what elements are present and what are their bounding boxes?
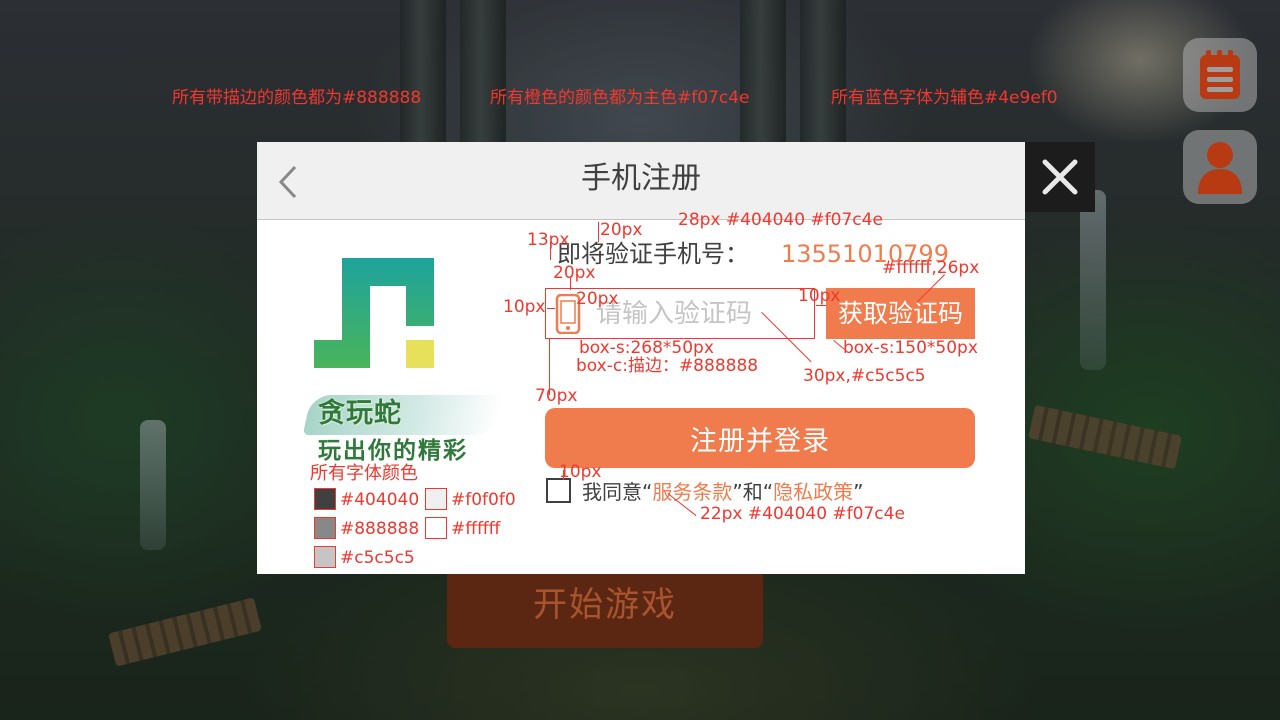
swatch-f0f0f0 <box>425 488 447 510</box>
logo-slogan: 玩出你的精彩 <box>318 438 468 464</box>
dialog-header: 手机注册 <box>257 142 1025 220</box>
dialog-title: 手机注册 <box>581 161 701 196</box>
note-secondary-color: 所有蓝色字体为辅色#4e9ef0 <box>831 88 1058 108</box>
get-code-button[interactable]: 获取验证码 <box>826 288 975 339</box>
notepad-icon <box>1200 50 1240 99</box>
anno-title-spec: 28px #404040 #f07c4e <box>678 210 883 230</box>
user-icon <box>1198 142 1242 194</box>
anno-line <box>549 339 550 395</box>
anno-13px: 13px <box>527 230 570 250</box>
notes-button[interactable] <box>1183 38 1257 112</box>
swatch-label: #ffffff <box>451 519 501 539</box>
privacy-link[interactable]: 隐私政策 <box>773 480 853 504</box>
anno-20px-top: 20px <box>600 220 643 240</box>
anno-20px-left: 20px <box>553 263 596 283</box>
swatch-label: #c5c5c5 <box>340 548 415 568</box>
agreement-suffix: ” <box>853 480 864 504</box>
swatch-label: #888888 <box>340 519 420 539</box>
close-icon <box>1042 159 1078 195</box>
anno-10px-left: 10px <box>503 297 546 317</box>
anno-line <box>550 242 551 260</box>
anno-line <box>598 222 599 242</box>
swatch-label: #f0f0f0 <box>451 490 516 510</box>
swatch-404040 <box>314 488 336 510</box>
anno-btn-size: box-s:150*50px <box>843 338 978 358</box>
swatch-ffffff <box>425 517 447 539</box>
swatch-888888 <box>314 517 336 539</box>
anno-30px: 30px,#c5c5c5 <box>803 366 926 386</box>
anno-70px: 70px <box>535 386 578 406</box>
font-colors-title: 所有字体颜色 <box>310 463 418 484</box>
agreement-middle: ”和“ <box>732 480 774 504</box>
anno-white-26: #ffffff,26px <box>882 258 980 278</box>
anno-input-size: box-s:268*50px <box>579 338 714 358</box>
anno-box-input <box>545 288 815 339</box>
close-button[interactable] <box>1025 142 1095 212</box>
note-primary-color: 所有橙色的颜色都为主色#f07c4e <box>490 88 750 108</box>
anno-line <box>816 305 826 306</box>
logo-game-name: 贪玩蛇 <box>318 398 402 429</box>
anno-10px-bottom: 10px <box>559 462 602 482</box>
profile-button[interactable] <box>1183 130 1257 204</box>
terms-link[interactable]: 服务条款 <box>652 480 732 504</box>
note-border-color: 所有带描边的颜色都为#888888 <box>172 88 422 108</box>
agreement-text: 我同意“服务条款”和“隐私政策” <box>582 482 863 502</box>
swatch-c5c5c5 <box>314 546 336 568</box>
anno-input-color: box-c:描边：#888888 <box>576 356 759 376</box>
game-logo <box>314 258 434 368</box>
register-login-button[interactable]: 注册并登录 <box>545 408 975 468</box>
anno-22px: 22px #404040 #f07c4e <box>700 504 905 524</box>
agreement-prefix: 我同意“ <box>582 480 653 504</box>
swatch-label: #404040 <box>340 490 420 510</box>
anno-line <box>563 470 564 480</box>
start-game-label: 开始游戏 <box>533 585 677 625</box>
